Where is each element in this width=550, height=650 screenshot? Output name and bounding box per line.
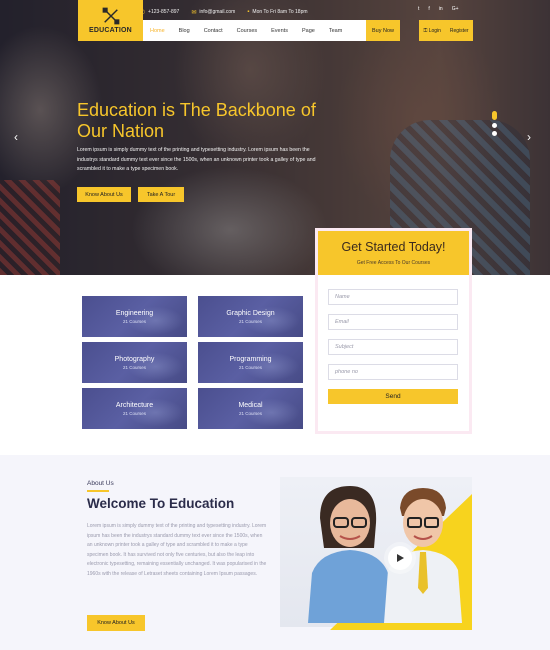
signup-form-card: Get Started Today! Get Free Access To Ou… [318,231,469,431]
hours-info: ▪ Mon To Fri 8am To 18pm [247,9,307,15]
main-nav: Home Blog Contact Courses Events Page Te… [143,20,400,41]
slider-dot[interactable] [492,123,497,128]
nav-item-team[interactable]: Team [322,20,349,41]
course-name: Photography [114,355,155,363]
slider-next-icon[interactable]: › [527,130,531,144]
linkedin-icon[interactable]: in [439,6,443,12]
course-count: 21 Courses [238,410,262,416]
course-name: Architecture [115,401,154,409]
slider-dot[interactable] [492,111,497,120]
name-field[interactable]: Name [328,289,458,305]
know-about-us-button[interactable]: Know About Us [77,187,131,202]
nav-item-page[interactable]: Page [295,20,322,41]
play-video-button[interactable] [388,546,412,570]
phone-info: ✆ +123-857-897 [140,9,179,16]
pencil-ruler-icon [102,7,119,25]
email-field[interactable]: Email [328,314,458,330]
course-name: Graphic Design [226,309,275,317]
course-count: 21 Courses [122,364,146,370]
email-info[interactable]: ✉ info@gmail.com [191,9,235,16]
facebook-icon[interactable]: f [428,6,429,12]
email-text: info@gmail.com [199,9,236,15]
course-name: Medical [238,401,263,409]
course-count: 21 Courses [238,318,262,324]
course-tile-medical[interactable]: Medical 21 Courses [198,388,303,429]
about-underline [87,490,109,492]
slider-dot[interactable] [492,131,497,136]
send-button[interactable]: Send [328,389,458,404]
slider-dots [492,111,497,136]
auth-links: ⚿ Login Register [419,20,473,41]
site-logo[interactable]: EDUCATION [78,0,143,41]
hero-text: Lorem ipsum is simply dummy text of the … [77,147,316,172]
course-count: 21 Courses [238,364,262,370]
nav-item-home[interactable]: Home [143,20,172,41]
slider-prev-icon[interactable]: ‹ [14,130,18,144]
login-link[interactable]: ⚿ Login [423,28,440,34]
course-count: 21 Courses [122,410,146,416]
social-links: t f in G+ [418,6,459,12]
phone-text: +123-857-897 [148,9,180,15]
about-title: Welcome To Education [87,496,235,511]
nav-item-contact[interactable]: Contact [197,20,230,41]
about-know-more-button[interactable]: Know About Us [87,615,145,631]
mail-icon: ✉ [191,9,197,16]
hero-title: Education is The Backbone of Our Nation [77,100,316,141]
course-tile-engineering[interactable]: Engineering 21 Courses [82,296,187,337]
about-text: Lorem ipsum is simply dummy text of the … [87,523,267,577]
form-header: Get Started Today! Get Free Access To Ou… [318,231,469,275]
course-tile-programming[interactable]: Programming 21 Courses [198,342,303,383]
subject-field[interactable]: Subject [328,339,458,355]
about-label: About Us [87,480,114,487]
course-tile-architecture[interactable]: Architecture 21 Courses [82,388,187,429]
google-plus-icon[interactable]: G+ [452,6,459,12]
nav-item-blog[interactable]: Blog [172,20,197,41]
logo-text: EDUCATION [89,27,132,34]
play-icon [397,554,404,562]
clock-icon: ▪ [247,9,250,15]
course-count: 21 Courses [122,318,146,324]
form-title: Get Started Today! [341,240,446,254]
hours-text: Mon To Fri 8am To 18pm [252,9,308,15]
nav-item-events[interactable]: Events [264,20,295,41]
take-a-tour-button[interactable]: Take A Tour [138,187,184,202]
nav-item-courses[interactable]: Courses [230,20,264,41]
course-name: Programming [229,355,272,363]
course-name: Engineering [115,309,154,317]
course-tile-graphic-design[interactable]: Graphic Design 21 Courses [198,296,303,337]
login-label: Login [428,27,441,34]
register-link[interactable]: Register [450,28,469,34]
course-tile-photography[interactable]: Photography 21 Courses [82,342,187,383]
phone-field[interactable]: phone no [328,364,458,380]
buy-now-button[interactable]: Buy Now [365,20,400,41]
form-subtitle: Get Free Access To Our Courses [356,260,431,266]
hero-photo-detail [0,180,60,275]
twitter-icon[interactable]: t [418,6,419,12]
